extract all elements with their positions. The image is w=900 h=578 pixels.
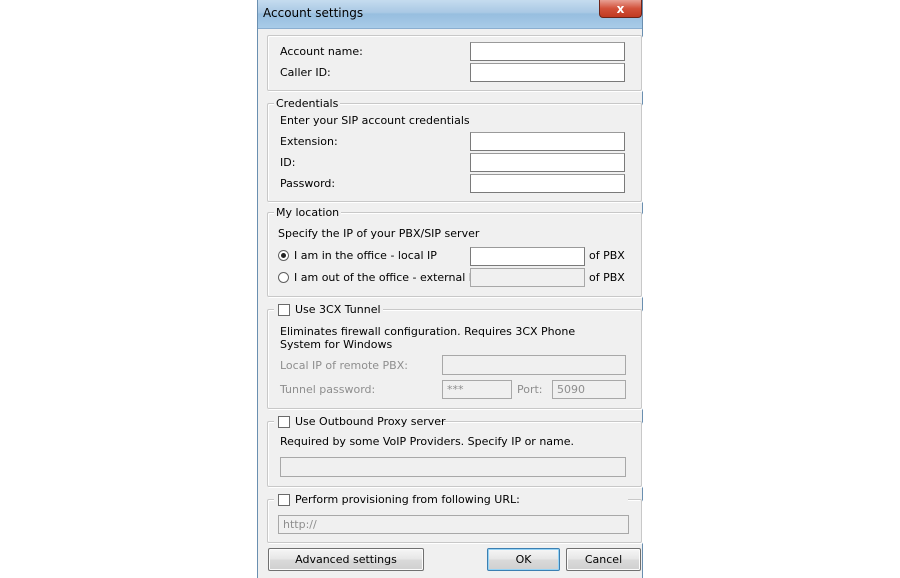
tunnel-port-label: Port: (517, 383, 543, 396)
tunnel-password-input[interactable]: *** (442, 380, 512, 399)
of-pbx-label-1: of PBX (589, 249, 625, 262)
tunnel-checkbox[interactable] (278, 304, 290, 316)
ok-label: OK (515, 553, 532, 566)
cancel-label: Cancel (584, 553, 623, 566)
account-name-input[interactable] (470, 42, 625, 61)
tunnel-local-ip-label: Local IP of remote PBX: (280, 359, 408, 372)
provisioning-checkbox[interactable] (278, 494, 290, 506)
proxy-input[interactable] (280, 457, 626, 477)
location-legend: My location (274, 206, 342, 219)
provisioning-url-value: http:// (283, 518, 317, 531)
id-label: ID: (280, 156, 296, 169)
caller-id-input[interactable] (470, 63, 625, 82)
credentials-hint: Enter your SIP account credentials (280, 114, 470, 127)
tunnel-checkbox-label[interactable]: Use 3CX Tunnel (295, 303, 381, 317)
of-pbx-label-2: of PBX (589, 271, 625, 284)
external-ip-input[interactable] (470, 268, 585, 287)
provisioning-url-input[interactable]: http:// (278, 515, 629, 534)
account-name-label: Account name: (280, 45, 363, 58)
tunnel-password-value: *** (447, 383, 464, 396)
close-icon: x (616, 1, 625, 16)
account-settings-dialog: Account settings x Account name: Caller … (257, 0, 643, 578)
window-title: Account settings (263, 6, 364, 20)
proxy-checkbox[interactable] (278, 416, 290, 428)
proxy-group (267, 421, 642, 487)
local-ip-input[interactable] (470, 247, 585, 266)
tunnel-port-value: 5090 (557, 383, 585, 396)
tunnel-local-ip-input[interactable] (442, 355, 626, 375)
advanced-settings-label: Advanced settings (295, 553, 397, 566)
title-bar: Account settings x (258, 0, 642, 29)
location-hint: Specify the IP of your PBX/SIP server (278, 227, 480, 240)
tunnel-port-input[interactable]: 5090 (552, 380, 626, 399)
credentials-legend: Credentials (274, 97, 341, 110)
password-label: Password: (280, 177, 336, 190)
extension-input[interactable] (470, 132, 625, 151)
proxy-description: Required by some VoIP Providers. Specify… (280, 435, 575, 448)
ok-button[interactable]: OK (487, 548, 560, 571)
local-ip-radio[interactable] (278, 250, 289, 261)
local-ip-label[interactable]: I am in the office - local IP (294, 249, 437, 263)
cancel-button[interactable]: Cancel (566, 548, 641, 571)
extension-label: Extension: (280, 135, 338, 148)
id-input[interactable] (470, 153, 625, 172)
password-input[interactable] (470, 174, 625, 193)
provisioning-checkbox-label[interactable]: Perform provisioning from following URL: (295, 493, 520, 507)
external-ip-radio[interactable] (278, 272, 289, 283)
proxy-checkbox-label[interactable]: Use Outbound Proxy server (295, 415, 446, 429)
caller-id-label: Caller ID: (280, 66, 331, 79)
external-ip-label[interactable]: I am out of the office - external IP (294, 271, 479, 285)
advanced-settings-button[interactable]: Advanced settings (268, 548, 424, 571)
tunnel-description: Eliminates firewall configuration. Requi… (280, 325, 576, 351)
close-button[interactable]: x (599, 0, 642, 18)
tunnel-password-label: Tunnel password: (280, 383, 376, 396)
